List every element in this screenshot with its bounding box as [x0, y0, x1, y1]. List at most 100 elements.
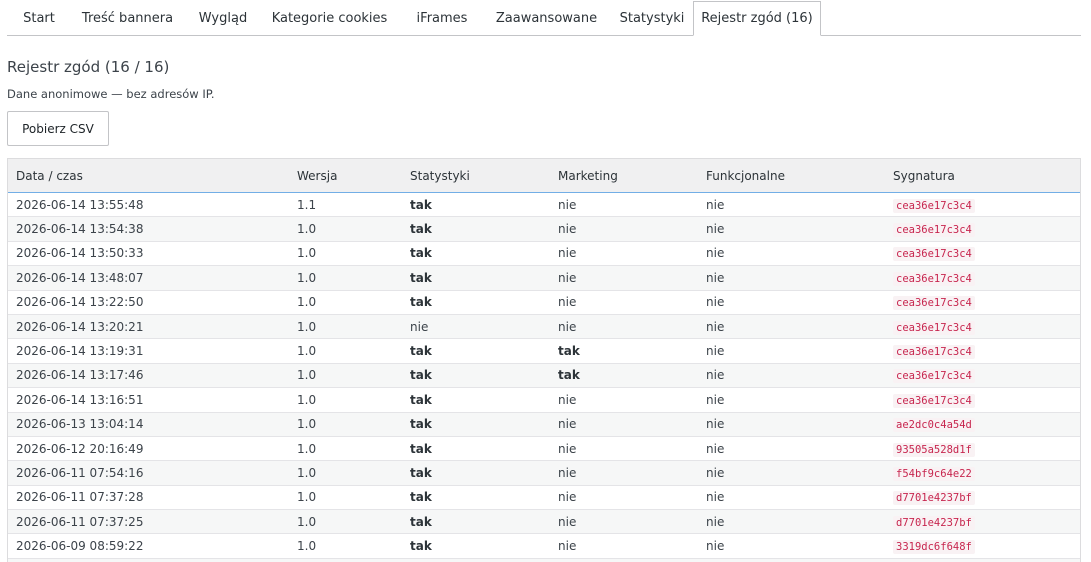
cell-datetime: 2026-06-13 13:04:14 — [8, 412, 289, 437]
table-row: 2026-06-11 07:37:25 1.0 tak nie nie d7701e423… — [8, 509, 1080, 535]
signature-code: f54bf9c64e22 — [893, 466, 975, 481]
signature-code: ae2dc0c4a54d — [893, 418, 975, 433]
cell-statistics: tak — [402, 412, 550, 437]
cell-version: 1.0 — [289, 241, 402, 267]
cell-signature: cea36e17c3c4 — [885, 387, 1080, 413]
cell-signature: cea36e17c3c4 — [885, 338, 1080, 364]
cell-signature: 3319dc6f648f — [885, 533, 1080, 559]
cell-functional: nie — [698, 558, 885, 562]
cell-signature: cea36e17c3c4 — [885, 290, 1080, 315]
cell-signature: d7701e4237bf — [885, 485, 1080, 511]
page-description: Dane anonimowe — bez adresów IP. — [7, 87, 215, 101]
cell-marketing: nie — [550, 290, 698, 315]
cell-signature: 3319dc6f648f — [885, 558, 1080, 562]
table-row: 2026-06-13 13:04:14 1.0 tak nie nie ae2dc0c4a… — [8, 412, 1080, 437]
signature-code: 3319dc6f648f — [893, 540, 975, 555]
signature-code: cea36e17c3c4 — [893, 198, 975, 213]
table-row: 2026-06-12 20:16:49 1.0 tak nie nie 93505a528… — [8, 436, 1080, 462]
cell-signature: cea36e17c3c4 — [885, 363, 1080, 389]
cell-marketing: tak — [550, 338, 698, 364]
cell-statistics: tak — [402, 436, 550, 462]
cell-functional: nie — [698, 412, 885, 437]
cell-version: 1.0 — [289, 436, 402, 462]
cell-statistics: tak — [402, 363, 550, 389]
cell-statistics: tak — [402, 558, 550, 562]
tab-bar: Start Treść bannera Wygląd Kategorie coo… — [7, 1, 1081, 36]
cell-datetime: 2026-06-14 13:17:46 — [8, 363, 289, 389]
column-header-marketing: Marketing — [550, 158, 698, 193]
cell-datetime: 2026-06-14 13:54:38 — [8, 216, 289, 242]
cell-datetime: 2026-06-08 10:12:05 — [8, 558, 289, 562]
cell-version: 1.0 — [289, 338, 402, 364]
cell-functional: nie — [698, 509, 885, 535]
cell-marketing: nie — [550, 509, 698, 535]
cell-statistics: nie — [402, 314, 550, 340]
tab-cookie-categories[interactable]: Kategorie cookies — [267, 1, 392, 36]
cell-marketing: nie — [550, 192, 698, 218]
cell-datetime: 2026-06-12 20:16:49 — [8, 436, 289, 462]
cell-version: 1.0 — [289, 387, 402, 413]
cell-datetime: 2026-06-14 13:16:51 — [8, 387, 289, 413]
cell-marketing: nie — [550, 314, 698, 340]
cell-statistics: tak — [402, 290, 550, 315]
tab-iframes[interactable]: iFrames — [405, 1, 479, 36]
table-row: 2026-06-14 13:54:38 1.0 tak nie nie cea36e17c… — [8, 216, 1080, 242]
cell-version: 1.0 — [289, 558, 402, 562]
cell-datetime: 2026-06-09 08:59:22 — [8, 533, 289, 559]
table-row: 2026-06-14 13:17:46 1.0 tak tak nie cea36e17c… — [8, 363, 1080, 389]
table-row: 2026-06-08 10:12:051.0taknienie3319dc6f6… — [8, 558, 1080, 562]
column-header-datetime: Data / czas — [8, 158, 289, 193]
column-header-signature: Sygnatura — [885, 158, 1080, 193]
signature-code: d7701e4237bf — [893, 491, 975, 506]
cell-functional: nie — [698, 387, 885, 413]
table-row: 2026-06-14 13:20:21 1.0 nie nie nie cea36e17c… — [8, 314, 1080, 340]
cell-version: 1.0 — [289, 265, 402, 291]
cell-functional: nie — [698, 241, 885, 267]
cell-functional: nie — [698, 338, 885, 364]
cell-statistics: tak — [402, 387, 550, 413]
tab-banner-content[interactable]: Treść bannera — [76, 1, 179, 36]
cell-datetime: 2026-06-11 07:54:16 — [8, 460, 289, 486]
cell-datetime: 2026-06-14 13:50:33 — [8, 241, 289, 267]
cell-marketing: nie — [550, 460, 698, 486]
cell-functional: nie — [698, 314, 885, 340]
cell-marketing: nie — [550, 558, 698, 562]
table-row: 2026-06-11 07:37:28 1.0 tak nie nie d7701e423… — [8, 485, 1080, 511]
table-row: 2026-06-14 13:16:51 1.0 tak nie nie cea36e17c… — [8, 387, 1080, 413]
tab-advanced[interactable]: Zaawansowane — [492, 1, 601, 36]
tab-consent-log[interactable]: Rejestr zgód (16) — [693, 1, 821, 36]
tab-statistics[interactable]: Statystyki — [614, 1, 690, 36]
cell-functional: nie — [698, 216, 885, 242]
cell-version: 1.0 — [289, 314, 402, 340]
cell-version: 1.0 — [289, 485, 402, 511]
table-row: 2026-06-14 13:19:31 1.0 tak tak nie cea36e17c… — [8, 338, 1080, 364]
table-row: 2026-06-14 13:50:33 1.0 tak nie nie cea36e17c… — [8, 241, 1080, 267]
cell-version: 1.0 — [289, 363, 402, 389]
cell-statistics: tak — [402, 192, 550, 218]
cell-signature: cea36e17c3c4 — [885, 265, 1080, 291]
cell-datetime: 2026-06-14 13:22:50 — [8, 290, 289, 315]
signature-code: cea36e17c3c4 — [893, 296, 975, 311]
cell-marketing: nie — [550, 533, 698, 559]
consent-log-table: Data / czas Wersja Statystyki Marketing … — [7, 158, 1081, 562]
cell-statistics: tak — [402, 265, 550, 291]
cell-datetime: 2026-06-14 13:55:48 — [8, 192, 289, 218]
table-row: 2026-06-14 13:55:48 1.1 tak nie nie cea36e17c… — [8, 192, 1080, 218]
table-header-row: Data / czas Wersja Statystyki Marketing … — [8, 158, 1080, 193]
table-row: 2026-06-14 13:22:50 1.0 tak nie nie cea36e17c… — [8, 290, 1080, 315]
signature-code: cea36e17c3c4 — [893, 223, 975, 238]
cell-marketing: nie — [550, 241, 698, 267]
cell-statistics: tak — [402, 485, 550, 511]
cell-marketing: nie — [550, 485, 698, 511]
tab-appearance[interactable]: Wygląd — [192, 1, 254, 36]
page-title: Rejestr zgód (16 / 16) — [7, 58, 170, 76]
signature-code: cea36e17c3c4 — [893, 345, 975, 360]
signature-code: cea36e17c3c4 — [893, 369, 975, 384]
cell-signature: d7701e4237bf — [885, 509, 1080, 535]
cell-functional: nie — [698, 485, 885, 511]
tab-start[interactable]: Start — [16, 1, 62, 36]
download-csv-button[interactable]: Pobierz CSV — [7, 111, 109, 146]
table-row: 2026-06-09 08:59:22 1.0 tak nie nie 3319dc6f6… — [8, 533, 1080, 559]
cell-functional: nie — [698, 460, 885, 486]
cell-datetime: 2026-06-14 13:48:07 — [8, 265, 289, 291]
